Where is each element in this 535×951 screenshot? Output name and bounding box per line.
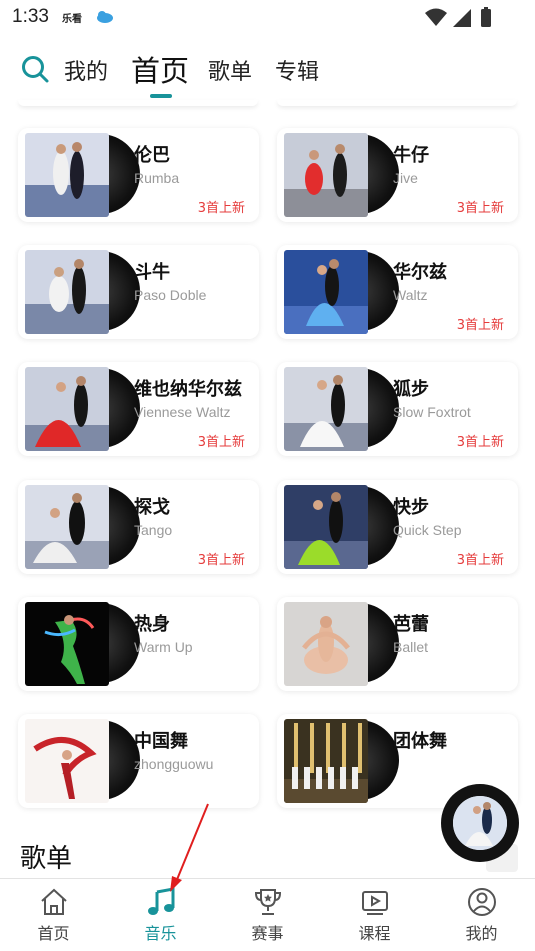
category-cover-image	[25, 367, 109, 451]
profile-icon	[468, 888, 496, 916]
bottom-nav-label: 我的	[465, 924, 498, 943]
category-subtitle: Rumba	[134, 170, 180, 186]
category-card[interactable]: 狐步 Slow Foxtrot 3首上新	[277, 362, 518, 456]
category-card[interactable]: 伦巴 Rumba 3首上新	[18, 128, 259, 222]
category-subtitle: Waltz	[393, 287, 428, 303]
new-songs-badge: 3首上新	[456, 553, 504, 568]
now-playing-cover	[453, 796, 507, 850]
new-songs-badge: 3首上新	[197, 201, 245, 216]
new-songs-badge: 3首上新	[456, 435, 504, 450]
category-title: 芭蕾	[393, 614, 429, 635]
category-cover-image	[25, 602, 109, 686]
category-card[interactable]: 牛仔 Jive 3首上新	[277, 128, 518, 222]
category-subtitle: Viennese Waltz	[134, 404, 231, 420]
trophy-icon	[254, 889, 282, 915]
category-subtitle: Jive	[393, 170, 418, 186]
new-songs-badge: 3首上新	[456, 201, 504, 216]
bottom-nav-home[interactable]: 首页	[0, 879, 107, 951]
category-title: 团体舞	[393, 731, 447, 752]
category-subtitle: zhongguowu	[134, 756, 214, 772]
category-cover-image	[284, 719, 368, 803]
category-cover-image	[284, 250, 368, 334]
bottom-nav-label: 首页	[37, 924, 70, 943]
new-songs-badge: 3首上新	[197, 553, 245, 568]
bottom-nav-label: 课程	[358, 924, 391, 943]
category-cover-image	[284, 602, 368, 686]
category-title: 斗牛	[134, 262, 170, 283]
section-title-playlists: 歌单	[20, 844, 73, 874]
category-title: 热身	[134, 614, 170, 635]
new-songs-badge: 3首上新	[456, 318, 504, 333]
category-title: 牛仔	[393, 145, 429, 166]
tab-mine[interactable]: 我的	[64, 54, 108, 86]
status-app-label: 乐看	[62, 14, 82, 25]
status-time: 1:33	[12, 6, 49, 27]
category-title: 维也纳华尔兹	[134, 379, 242, 400]
status-bar: 1:33 乐看	[0, 0, 535, 36]
category-title: 伦巴	[134, 145, 170, 166]
category-card[interactable]: 维也纳华尔兹 Viennese Waltz 3首上新	[18, 362, 259, 456]
category-title: 中国舞	[134, 731, 188, 752]
music-note-icon	[148, 887, 175, 915]
category-card[interactable]: 斗牛 Paso Doble	[18, 245, 259, 339]
scrolled-card-edges	[18, 100, 518, 108]
floating-player-button[interactable]	[441, 784, 519, 862]
category-subtitle: Quick Step	[393, 522, 462, 538]
bottom-nav-music[interactable]: 音乐	[107, 879, 214, 951]
category-subtitle: Ballet	[393, 639, 429, 655]
bottom-nav-label: 赛事	[251, 924, 284, 943]
category-cover-image	[25, 485, 109, 569]
category-cover-image	[284, 133, 368, 217]
category-title: 华尔兹	[393, 262, 447, 283]
category-card[interactable]: 探戈 Tango 3首上新	[18, 480, 259, 574]
bottom-nav-profile[interactable]: 我的	[428, 879, 535, 951]
weather-icon	[97, 11, 113, 23]
video-course-icon	[362, 891, 388, 915]
category-cover-image	[284, 485, 368, 569]
bottom-nav-events[interactable]: 赛事	[214, 879, 321, 951]
category-subtitle: Paso Doble	[134, 287, 207, 303]
active-tab-indicator	[150, 94, 172, 98]
category-card[interactable]: 华尔兹 Waltz 3首上新	[277, 245, 518, 339]
category-subtitle: Slow Foxtrot	[393, 404, 471, 420]
signal-battery-icons	[425, 7, 491, 27]
new-songs-badge: 3首上新	[197, 435, 245, 450]
category-cover-image	[284, 367, 368, 451]
top-nav: 我的 首页 歌单 专辑	[0, 40, 535, 104]
category-card[interactable]: 快步 Quick Step 3首上新	[277, 480, 518, 574]
tab-home[interactable]: 首页	[131, 48, 189, 90]
category-cover-image	[25, 133, 109, 217]
category-cover-image	[25, 719, 109, 803]
tab-albums[interactable]: 专辑	[275, 54, 319, 86]
category-subtitle: Warm Up	[134, 639, 193, 655]
category-subtitle: Tango	[134, 522, 173, 538]
home-icon	[41, 888, 67, 915]
category-cover-image	[25, 250, 109, 334]
bottom-nav: 首页 音乐 赛事 课程 我的	[0, 878, 535, 951]
search-icon[interactable]	[20, 54, 50, 84]
category-title: 狐步	[393, 379, 429, 400]
category-card[interactable]: 芭蕾 Ballet	[277, 597, 518, 691]
tab-playlists[interactable]: 歌单	[208, 54, 252, 86]
category-title: 探戈	[134, 497, 170, 518]
bottom-nav-courses[interactable]: 课程	[321, 879, 428, 951]
category-card[interactable]: 热身 Warm Up	[18, 597, 259, 691]
bottom-nav-label: 音乐	[144, 924, 177, 943]
category-title: 快步	[393, 497, 429, 518]
category-card[interactable]: 中国舞 zhongguowu	[18, 714, 259, 808]
